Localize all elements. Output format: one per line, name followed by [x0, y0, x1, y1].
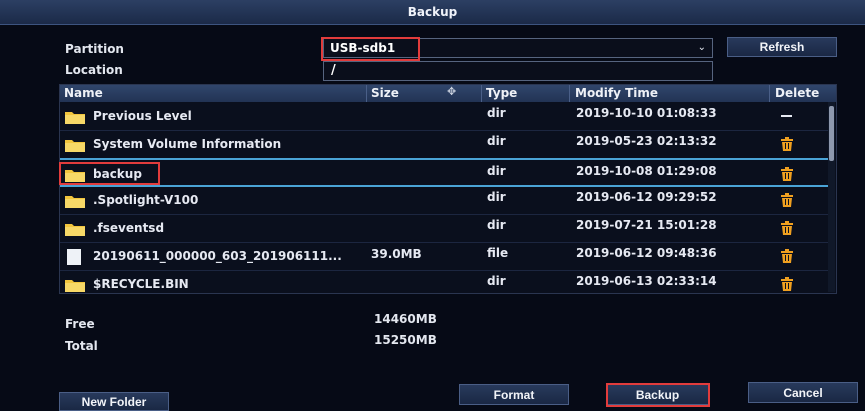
partition-label: Partition: [65, 42, 124, 56]
table-row[interactable]: .Spotlight-V100 dir 2019-06-12 09:29:52: [60, 186, 828, 215]
row-type: dir: [487, 274, 506, 288]
folder-icon: [65, 224, 85, 236]
row-name: .Spotlight-V100: [93, 193, 199, 207]
trash-icon[interactable]: [780, 193, 794, 207]
row-modify-time: 2019-10-10 01:08:33: [576, 106, 717, 120]
location-field[interactable]: /: [323, 61, 713, 81]
row-name: System Volume Information: [93, 137, 282, 151]
file-table: Name Size Type Modify Time Delete Previo…: [59, 84, 837, 294]
folder-icon: [65, 170, 85, 182]
folder-icon: [65, 140, 85, 152]
row-type: dir: [487, 218, 506, 232]
row-type: dir: [487, 106, 506, 120]
total-value: 15250MB: [374, 333, 437, 347]
row-name: .fseventsd: [93, 221, 165, 235]
cancel-button[interactable]: Cancel: [748, 382, 858, 403]
partition-select[interactable]: USB-sdb1 ⌄: [323, 38, 713, 58]
row-modify-time: 2019-07-21 15:01:28: [576, 218, 717, 232]
table-row[interactable]: System Volume Information dir 2019-05-23 0…: [60, 130, 828, 159]
row-modify-time: 2019-05-23 02:13:32: [576, 134, 717, 148]
folder-icon: [65, 112, 85, 124]
table-row[interactable]: .fseventsd dir 2019-07-21 15:01:28: [60, 214, 828, 243]
row-type: dir: [487, 134, 506, 148]
row-name: backup: [93, 167, 142, 181]
column-divider[interactable]: [366, 85, 367, 102]
col-size[interactable]: Size: [371, 86, 399, 100]
location-label: Location: [65, 63, 123, 77]
col-delete[interactable]: Delete: [775, 86, 819, 100]
backup-dialog: Backup Partition USB-sdb1 ⌄ Refresh Loca…: [0, 0, 865, 411]
trash-icon[interactable]: [780, 221, 794, 235]
trash-icon[interactable]: [780, 137, 794, 151]
free-label: Free: [65, 317, 95, 331]
column-divider[interactable]: [569, 85, 570, 102]
folder-icon: [65, 280, 85, 292]
total-label: Total: [65, 339, 98, 353]
row-modify-time: 2019-10-08 01:29:08: [576, 164, 717, 178]
col-modify-time[interactable]: Modify Time: [575, 86, 658, 100]
file-icon: [67, 249, 81, 265]
row-type: dir: [487, 190, 506, 204]
col-type[interactable]: Type: [486, 86, 517, 100]
row-modify-time: 2019-06-12 09:29:52: [576, 190, 717, 204]
chevron-down-icon[interactable]: ⌄: [698, 42, 706, 53]
table-row[interactable]: Previous Level dir 2019-10-10 01:08:33: [60, 102, 828, 131]
row-type: file: [487, 246, 509, 260]
dash-icon: [781, 115, 792, 117]
column-divider[interactable]: [769, 85, 770, 102]
mouse-cursor-icon: ✥: [447, 85, 457, 98]
location-value: /: [331, 63, 336, 78]
window-title: Backup: [0, 0, 865, 25]
folder-icon: [65, 196, 85, 208]
row-modify-time: 2019-06-12 09:48:36: [576, 246, 717, 260]
new-folder-button[interactable]: New Folder: [59, 392, 169, 411]
table-row[interactable]: backup dir 2019-10-08 01:29:08: [60, 158, 828, 187]
trash-icon[interactable]: [780, 167, 794, 181]
row-type: dir: [487, 164, 506, 178]
format-button[interactable]: Format: [459, 384, 569, 405]
scrollbar-thumb[interactable]: [829, 106, 834, 161]
row-name: $RECYCLE.BIN: [93, 277, 189, 291]
free-value: 14460MB: [374, 312, 437, 326]
col-name[interactable]: Name: [64, 86, 103, 100]
trash-icon[interactable]: [780, 249, 794, 263]
row-name: Previous Level: [93, 109, 192, 123]
table-row[interactable]: 20190611_000000_603_201906111... 39.0MB fi…: [60, 242, 828, 271]
trash-icon[interactable]: [780, 277, 794, 291]
row-size: 39.0MB: [371, 247, 422, 261]
table-row[interactable]: $RECYCLE.BIN dir 2019-06-13 02:33:14: [60, 270, 828, 293]
refresh-button[interactable]: Refresh: [727, 37, 837, 57]
row-modify-time: 2019-06-13 02:33:14: [576, 274, 717, 288]
backup-button[interactable]: Backup: [606, 384, 709, 405]
row-name: 20190611_000000_603_201906111...: [93, 249, 342, 263]
partition-value: USB-sdb1: [330, 41, 396, 55]
column-divider[interactable]: [481, 85, 482, 102]
scrollbar[interactable]: [828, 102, 835, 292]
